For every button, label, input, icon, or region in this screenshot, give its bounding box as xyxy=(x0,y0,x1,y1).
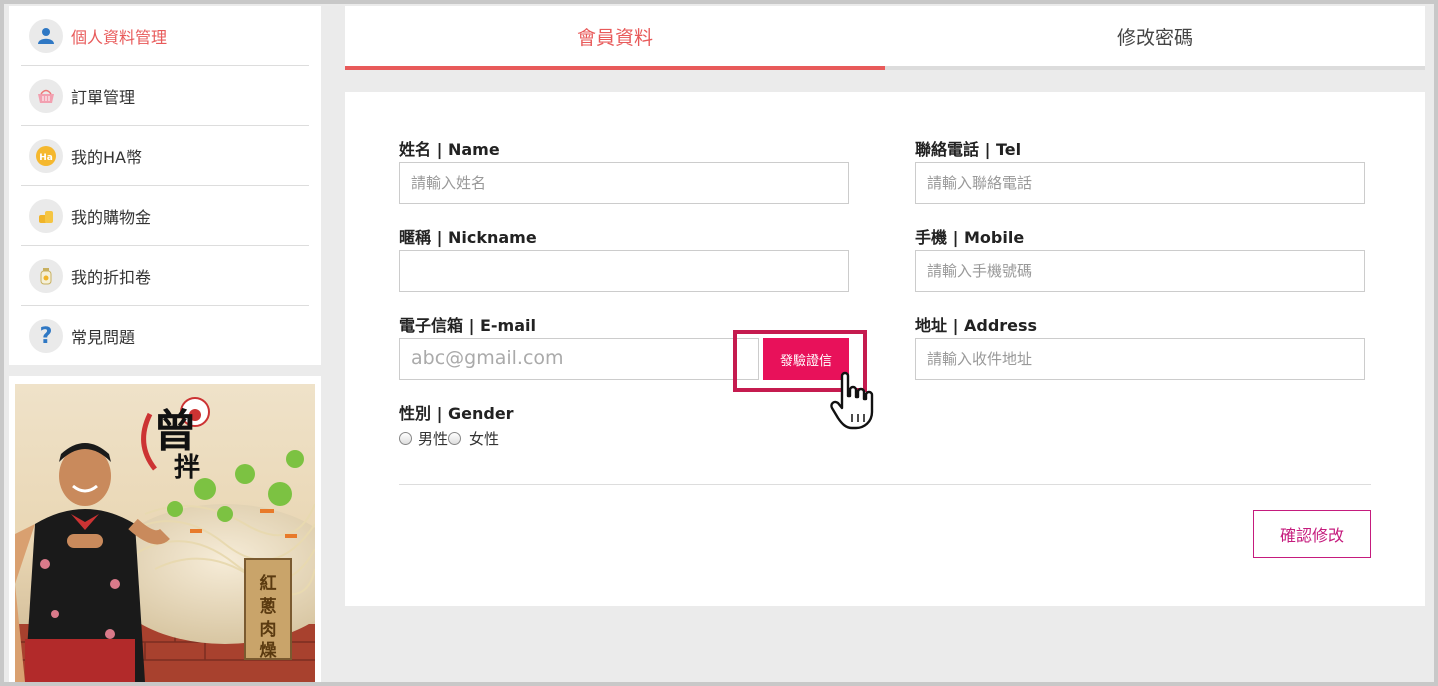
gender-radio-group: 男性 女性 xyxy=(399,428,499,449)
brand-char-1: 曾 xyxy=(153,406,197,457)
sidebar-item-faq[interactable]: ? 常見問題 xyxy=(21,306,309,366)
name-label: 姓名 | Name xyxy=(399,140,500,159)
tab-change-password[interactable]: 修改密碼 xyxy=(885,6,1425,70)
sidebar-item-label: 我的購物金 xyxy=(71,207,152,227)
gender-label: 性別 | Gender xyxy=(399,404,514,423)
radio-button[interactable] xyxy=(448,432,462,445)
tel-input[interactable] xyxy=(915,162,1365,204)
promo-banner-image: 紅 蔥 肉 燥 曾 拌 xyxy=(15,384,315,682)
sidebar-item-label: 常見問題 xyxy=(71,328,136,347)
product-char-1: 紅 xyxy=(260,573,277,594)
product-char-2: 蔥 xyxy=(260,596,277,617)
question-icon: ? xyxy=(29,319,63,353)
basket-icon xyxy=(29,78,63,113)
sidebar-item-ha-coins[interactable]: Ha 我的HA幣 xyxy=(21,126,309,186)
discount-jar-icon xyxy=(29,258,63,293)
form-divider xyxy=(399,484,1371,485)
email-label: 電子信箱 | E-mail xyxy=(399,316,536,335)
sidebar-item-label: 個人資料管理 xyxy=(71,27,168,47)
brand-char-2: 拌 xyxy=(174,453,200,483)
gender-option-label: 女性 xyxy=(469,430,500,448)
address-label: 地址 | Address xyxy=(915,316,1038,335)
radio-button[interactable] xyxy=(399,432,412,445)
tab-member-info[interactable]: 會員資料 xyxy=(345,6,885,70)
tab-bar: 會員資料 修改密碼 xyxy=(345,6,1425,70)
ha-coin-icon: Ha xyxy=(29,138,63,173)
promo-banner[interactable]: 紅 蔥 肉 燥 曾 拌 xyxy=(9,376,321,682)
user-icon xyxy=(29,18,63,53)
product-char-4: 燥 xyxy=(260,641,278,661)
sidebar-item-credits[interactable]: 我的購物金 xyxy=(21,186,309,246)
promo-illustration: 紅 蔥 肉 燥 曾 拌 xyxy=(15,397,315,682)
gender-option-label: 男性 xyxy=(418,430,449,448)
sidebar-item-label: 我的HA幣 xyxy=(71,147,142,167)
sidebar-item-label: 訂單管理 xyxy=(71,87,136,107)
gender-option-female[interactable]: 女性 xyxy=(448,428,499,449)
address-input[interactable] xyxy=(915,338,1365,380)
tel-label: 聯絡電話 | Tel xyxy=(915,140,1022,159)
coins-icon xyxy=(29,198,63,233)
sidebar-item-coupons[interactable]: 我的折扣卷 xyxy=(21,246,309,306)
sidebar-item-profile[interactable]: 個人資料管理 xyxy=(21,6,309,66)
sidebar-item-label: 我的折扣卷 xyxy=(71,267,152,287)
name-input[interactable] xyxy=(399,162,849,204)
nickname-input[interactable] xyxy=(399,250,849,292)
gender-option-male[interactable]: 男性 xyxy=(399,428,448,449)
nickname-label: 暱稱 | Nickname xyxy=(399,228,537,247)
mobile-input[interactable] xyxy=(915,250,1365,292)
email-input[interactable] xyxy=(399,338,759,380)
confirm-changes-button[interactable]: 確認修改 xyxy=(1253,510,1371,558)
hand-cursor-icon xyxy=(830,371,874,430)
sidebar: 個人資料管理 訂單管理 Ha 我的HA幣 我的購物金 我的折扣卷 ? 常見問題 xyxy=(9,6,321,365)
product-char-3: 肉 xyxy=(260,619,277,640)
ha-coin-text: Ha xyxy=(39,153,53,163)
member-form: 姓名 | Name 暱稱 | Nickname 電子信箱 | E-mail 發驗… xyxy=(345,92,1425,606)
mobile-label: 手機 | Mobile xyxy=(915,228,1025,247)
sidebar-item-orders[interactable]: 訂單管理 xyxy=(21,66,309,126)
